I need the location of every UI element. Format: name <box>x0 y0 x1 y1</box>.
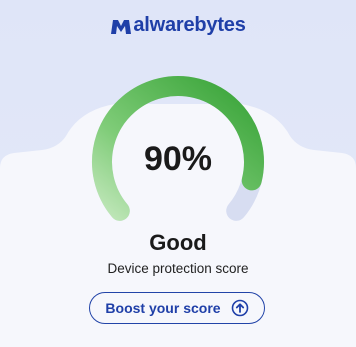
arrow-up-circle-icon <box>231 299 248 317</box>
brand-logo: alwarebytes <box>0 14 356 37</box>
boost-score-label: Boost your score <box>105 300 221 316</box>
protection-score-card: alwarebytes 90% Good Device protection s… <box>0 0 356 347</box>
malwarebytes-m-icon <box>111 19 132 34</box>
score-value: 90% <box>143 140 213 178</box>
brand-name: alwarebytes <box>133 14 246 36</box>
status-label: Good <box>149 230 207 255</box>
boost-score-button[interactable]: Boost your score <box>89 292 265 324</box>
status-caption: Device protection score <box>107 261 249 276</box>
